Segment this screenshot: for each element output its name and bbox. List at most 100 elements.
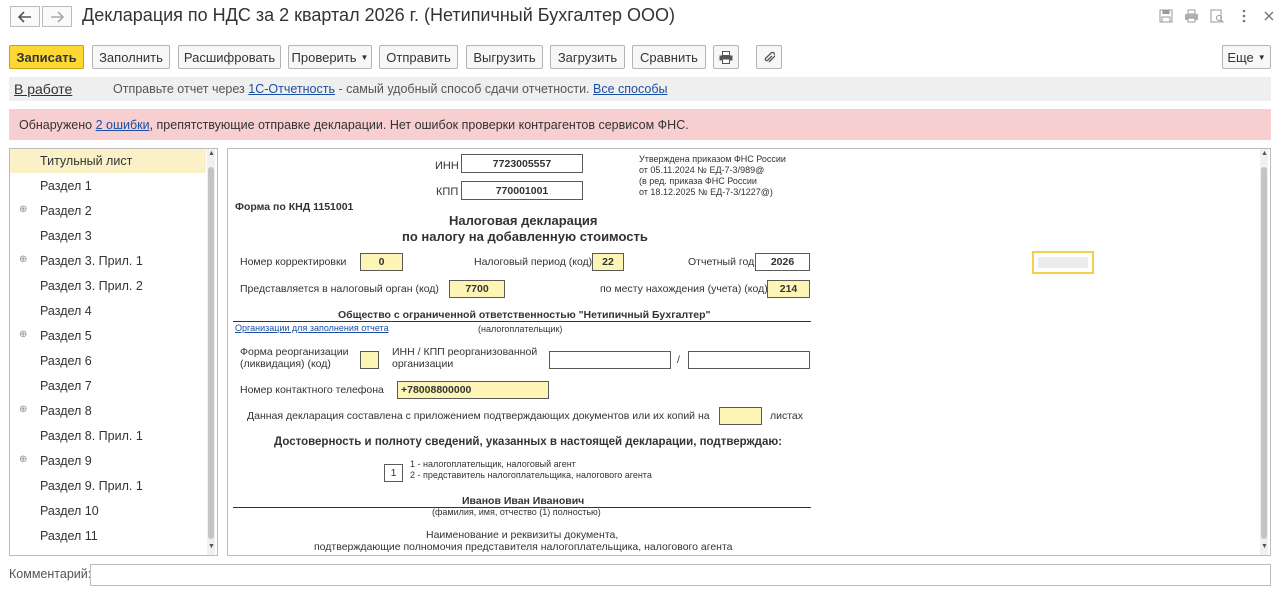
sidebar-item-label: Раздел 3. Прил. 1 — [40, 254, 143, 268]
reorg-inn-field[interactable] — [549, 351, 671, 369]
sidebar-item-label: Титульный лист — [40, 154, 133, 168]
all-methods-link[interactable]: Все способы — [593, 82, 667, 96]
sidebar-item[interactable]: Раздел 8. Прил. 1 — [10, 424, 206, 448]
sidebar-item-label: Раздел 6 — [40, 354, 92, 368]
sidebar-item[interactable]: ⊕ Раздел 9 — [10, 449, 206, 473]
close-icon[interactable] — [1261, 8, 1277, 24]
organizations-link[interactable]: Организации для заполнения отчета — [235, 323, 389, 333]
preview-icon[interactable] — [1209, 8, 1225, 24]
approved-line-3: (в ред. приказа ФНС России — [639, 176, 757, 186]
reorg-inn-label-2: организации — [392, 358, 454, 370]
documents-sheets-field[interactable] — [719, 407, 762, 425]
expand-icon[interactable]: ⊕ — [19, 254, 27, 265]
reporting-service-link[interactable]: 1С-Отчетность — [248, 82, 335, 96]
sidebar-item-label: Раздел 2 — [40, 204, 92, 218]
form-scrollbar[interactable]: ▲ ▼ — [1260, 149, 1268, 555]
sidebar-item[interactable]: ⊕ Раздел 5 — [10, 324, 206, 348]
sidebar-item[interactable]: Раздел 9. Прил. 1 — [10, 474, 206, 498]
inn-label: ИНН — [435, 160, 459, 172]
window-title: Декларация по НДС за 2 квартал 2026 г. (… — [82, 5, 675, 25]
signer-code-field[interactable]: 1 — [384, 464, 403, 482]
sidebar-item[interactable]: Раздел 6 — [10, 349, 206, 373]
reorg-kpp-field[interactable] — [688, 351, 810, 369]
authority-field[interactable]: 7700 — [449, 280, 505, 298]
organization-name: Общество с ограниченной ответственностью… — [338, 309, 711, 321]
sidebar-item[interactable]: Раздел 7 — [10, 374, 206, 398]
confirmation-heading: Достоверность и полноту сведений, указан… — [274, 436, 783, 448]
save-icon[interactable] — [1158, 8, 1174, 24]
reorganization-label-1: Форма реорганизации — [240, 346, 349, 358]
sidebar-item[interactable]: ⊕ Раздел 8 — [10, 399, 206, 423]
print-icon[interactable] — [1183, 8, 1199, 24]
active-cell-highlight[interactable] — [1032, 251, 1094, 274]
save-button[interactable]: Записать — [9, 45, 84, 69]
sidebar-item[interactable]: Раздел 3 — [10, 224, 206, 248]
sidebar-item-label: Раздел 5 — [40, 329, 92, 343]
dropdown-arrow-icon: ▼ — [1257, 52, 1266, 62]
scroll-up-icon[interactable]: ▲ — [208, 150, 215, 157]
kpp-label: КПП — [436, 186, 459, 198]
attach-button[interactable] — [756, 45, 782, 69]
correction-field[interactable]: 0 — [360, 253, 403, 271]
sidebar-item[interactable]: Раздел 3. Прил. 2 — [10, 274, 206, 298]
inn-kpp-separator: / — [677, 354, 680, 366]
decode-button[interactable]: Расшифровать — [178, 45, 281, 69]
approved-line-2: от 05.11.2024 № ЕД-7-3/989@ — [639, 165, 765, 175]
forward-button[interactable] — [42, 6, 72, 27]
error-text-before: Обнаружено — [19, 118, 93, 132]
expand-icon[interactable]: ⊕ — [19, 454, 27, 465]
year-field[interactable]: 2026 — [755, 253, 810, 271]
sidebar-item[interactable]: Раздел 1 — [10, 174, 206, 198]
scroll-down-icon[interactable]: ▼ — [1261, 543, 1268, 550]
check-button[interactable]: Проверить ▼ — [288, 45, 372, 69]
year-label: Отчетный год — [688, 256, 755, 268]
approved-line-1: Утверждена приказом ФНС России — [639, 154, 786, 164]
print-button[interactable] — [713, 45, 739, 69]
period-field[interactable]: 22 — [592, 253, 624, 271]
location-field[interactable]: 214 — [767, 280, 810, 298]
sidebar-item-label: Раздел 11 — [40, 529, 98, 543]
arrow-left-icon — [18, 10, 31, 23]
back-button[interactable] — [10, 6, 40, 27]
scrollbar-thumb[interactable] — [1261, 167, 1267, 539]
reorganization-field[interactable] — [360, 351, 379, 369]
sidebar-item[interactable]: ⊕ Раздел 2 — [10, 199, 206, 223]
expand-icon[interactable]: ⊕ — [19, 404, 27, 415]
status-state-link[interactable]: В работе — [14, 81, 72, 97]
arrow-right-icon — [51, 10, 64, 23]
phone-field[interactable]: +78008800000 — [397, 381, 549, 399]
expand-icon[interactable]: ⊕ — [19, 204, 27, 215]
errors-link[interactable]: 2 ошибки — [96, 118, 150, 132]
sidebar-item[interactable]: Раздел 10 — [10, 499, 206, 523]
export-button[interactable]: Выгрузить — [466, 45, 543, 69]
import-button[interactable]: Загрузить — [550, 45, 625, 69]
fill-button[interactable]: Заполнить — [92, 45, 170, 69]
send-button[interactable]: Отправить — [379, 45, 458, 69]
sidebar-item[interactable]: Раздел 4 — [10, 299, 206, 323]
scroll-down-icon[interactable]: ▼ — [208, 543, 215, 550]
sidebar-item-label: Раздел 3. Прил. 2 — [40, 279, 143, 293]
sidebar-item-label: Раздел 9 — [40, 454, 92, 468]
location-label: по месту нахождения (учета) (код) — [600, 283, 768, 295]
sidebar-item[interactable]: ⊕ Раздел 3. Прил. 1 — [10, 249, 206, 273]
sidebar-item-label: Раздел 1 — [40, 179, 92, 193]
error-message: Обнаружено 2 ошибки, препятствующие отпр… — [19, 118, 689, 132]
organization-underline — [233, 321, 811, 322]
expand-icon[interactable]: ⊕ — [19, 329, 27, 340]
more-button[interactable]: Еще ▼ — [1222, 45, 1271, 69]
sidebar-item[interactable]: Раздел 11 — [10, 524, 206, 548]
sidebar-item[interactable]: Титульный лист — [10, 149, 206, 173]
more-vertical-icon[interactable] — [1236, 8, 1252, 24]
inn-field[interactable]: 7723005557 — [461, 154, 583, 173]
phone-value: +78008800000 — [401, 384, 472, 396]
kpp-field[interactable]: 770001001 — [461, 181, 583, 200]
offer-text-middle: - самый удобный способ сдачи отчетности. — [338, 82, 590, 96]
form-heading-1: Налоговая декларация — [449, 213, 598, 228]
scroll-up-icon[interactable]: ▲ — [1261, 150, 1268, 157]
comment-field[interactable] — [90, 564, 1271, 586]
period-label: Налоговый период (код) — [474, 256, 593, 268]
compare-button[interactable]: Сравнить — [632, 45, 706, 69]
sections-scrollbar[interactable]: ▲ ▼ — [207, 149, 215, 555]
scrollbar-thumb[interactable] — [208, 167, 214, 539]
signer-name: Иванов Иван Иванович — [462, 495, 585, 507]
